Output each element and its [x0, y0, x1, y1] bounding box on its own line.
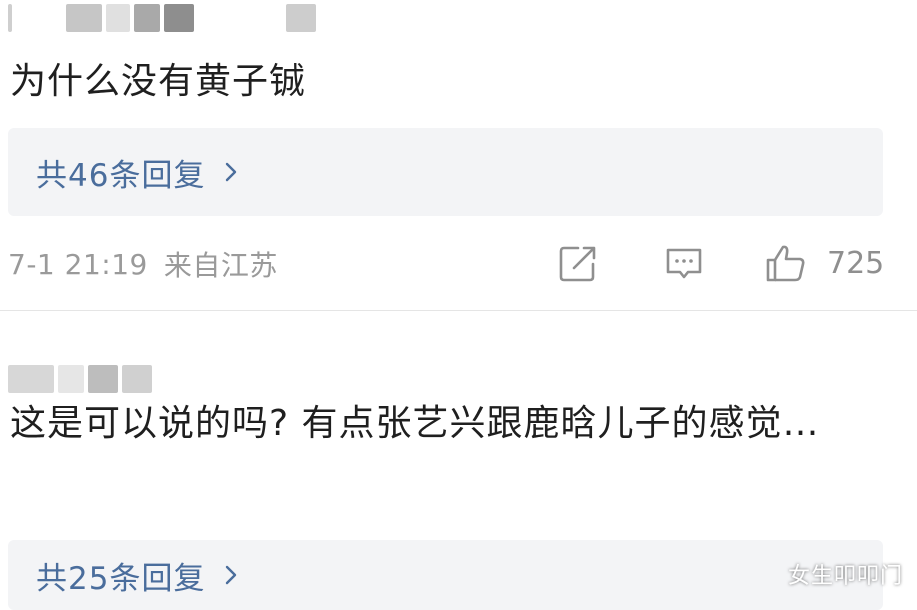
reply-icon[interactable]	[662, 242, 706, 286]
comment-item: 为什么没有黄子铖 共46条回复 7-1 21:19 来自江苏 725	[0, 0, 917, 310]
timestamp: 7-1 21:19	[8, 247, 148, 281]
like-count: 725	[827, 246, 885, 281]
username-blurred[interactable]	[8, 361, 152, 397]
replies-count-label: 共25条回复	[36, 560, 206, 597]
username-blurred[interactable]	[8, 0, 316, 36]
view-replies-button[interactable]: 共25条回复	[8, 540, 883, 610]
location-label: 来自江苏	[163, 249, 278, 282]
chevron-right-icon	[226, 162, 237, 182]
share-icon[interactable]	[556, 242, 600, 286]
watermark: 女生叩叩门	[787, 564, 903, 589]
view-replies-button[interactable]: 共46条回复	[8, 128, 883, 216]
comment-text: 为什么没有黄子铖	[10, 61, 307, 102]
comment-meta: 7-1 21:19 来自江苏	[8, 240, 278, 288]
comment-text: 这是可以说的吗? 有点张艺兴跟鹿晗儿子的感觉…	[10, 403, 820, 444]
replies-count-label: 共46条回复	[36, 157, 206, 194]
thumbs-up-icon[interactable]	[764, 242, 808, 286]
chevron-right-icon	[226, 565, 237, 585]
comment-item: 这是可以说的吗? 有点张艺兴跟鹿晗儿子的感觉… 共25条回复	[0, 311, 917, 610]
